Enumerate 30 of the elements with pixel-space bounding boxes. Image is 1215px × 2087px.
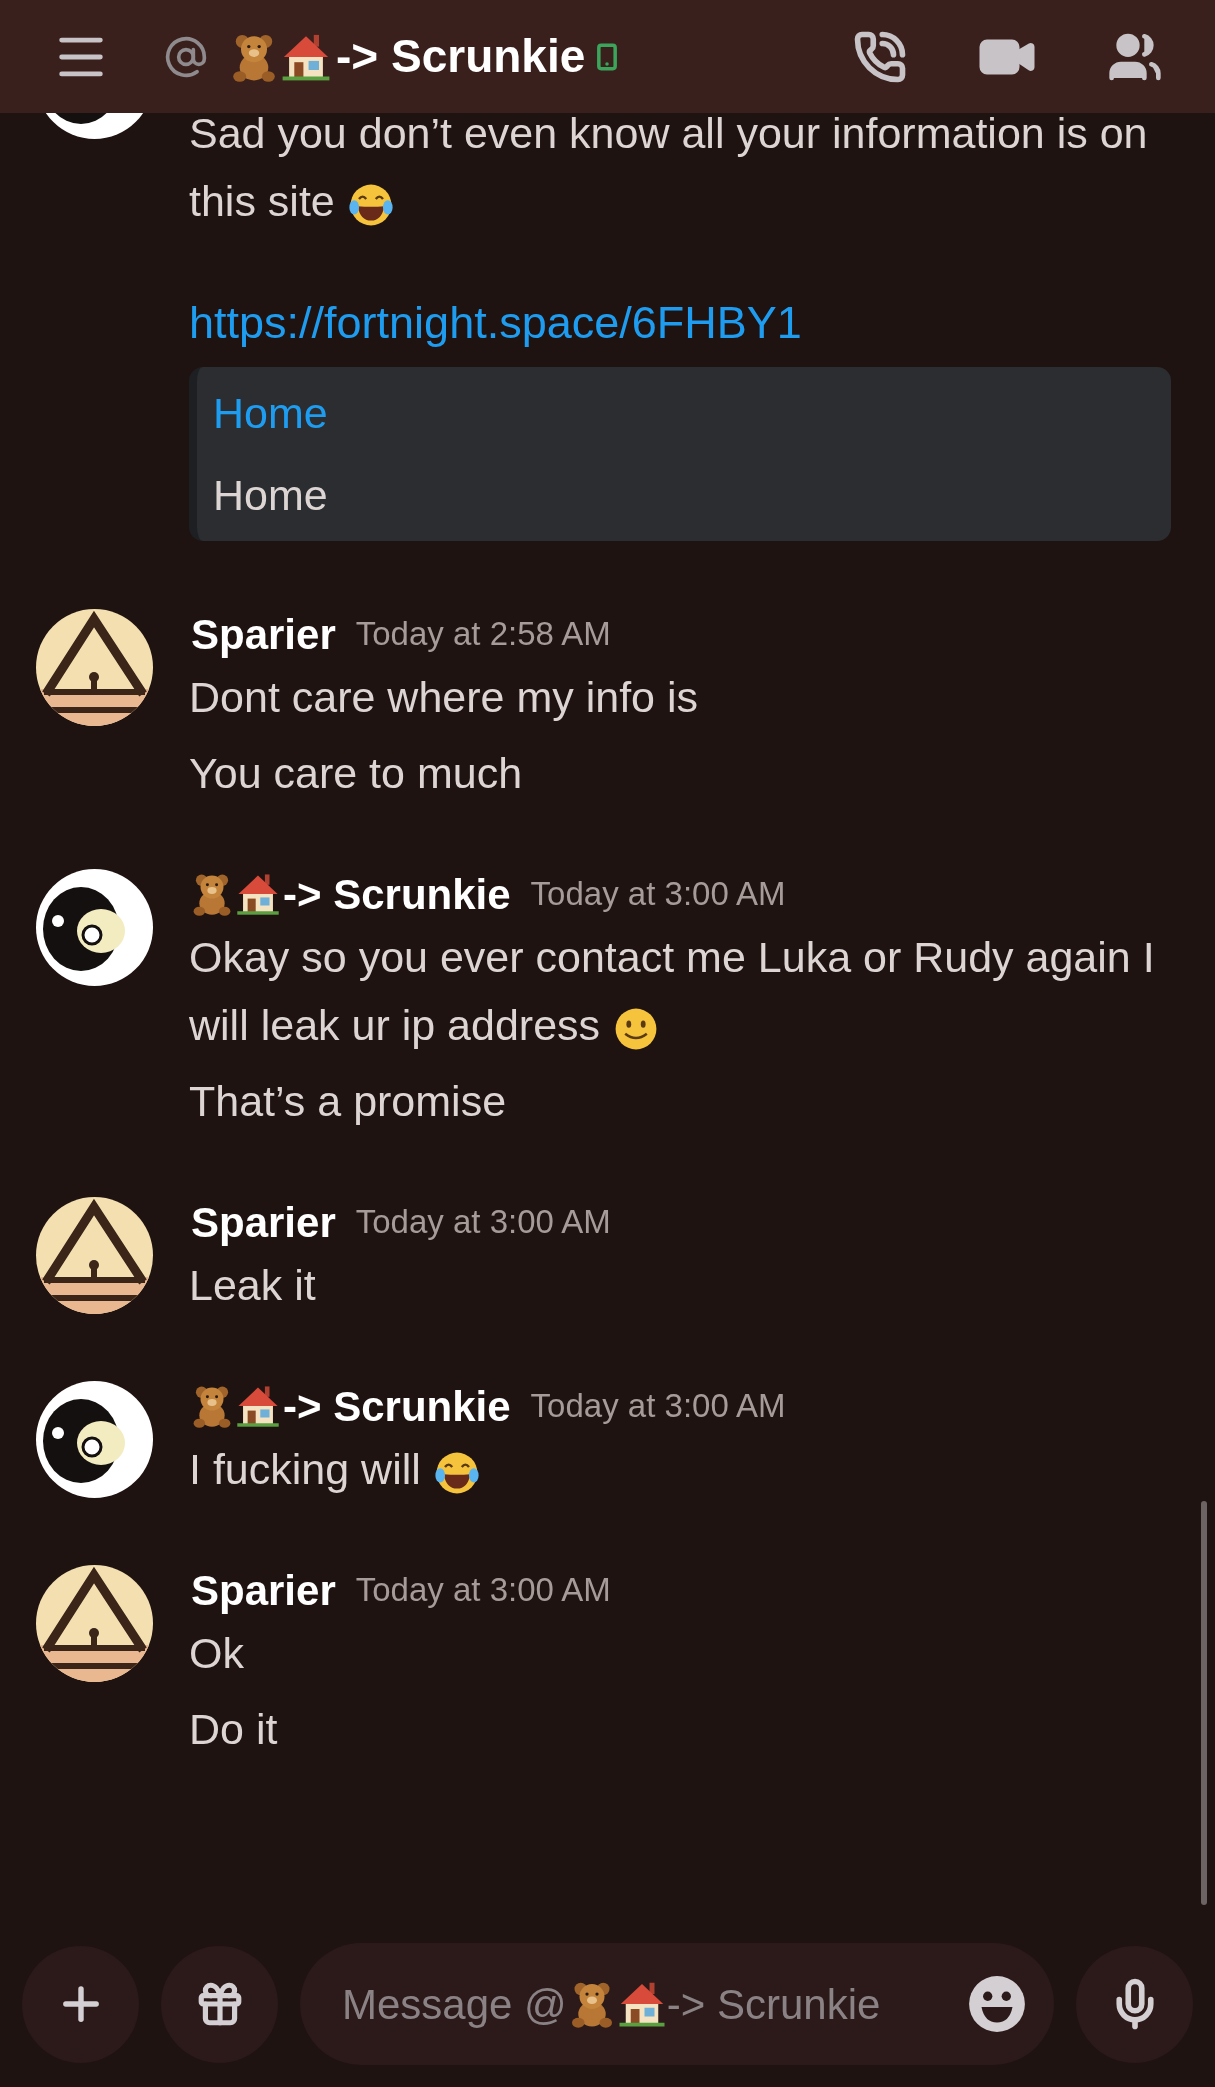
- message-text: Sad you don’t even know all your information is on this site: [189, 113, 1199, 235]
- placeholder-text: -> Scrunkie: [666, 1979, 881, 2030]
- emoji-icon[interactable]: [966, 1973, 1028, 2035]
- timestamp: Today at 3:00 AM: [355, 1570, 611, 1611]
- message-text: Leak it: [189, 1260, 317, 1311]
- author-name[interactable]: Sparier: [191, 1190, 336, 1254]
- message-text: That’s a promise: [189, 1076, 508, 1127]
- channel-title: -> Scrunkie: [336, 29, 586, 84]
- timestamp: Today at 3:00 AM: [530, 874, 786, 915]
- placeholder-text: Message @: [342, 1979, 567, 2030]
- message-text: Dont care where my info is: [189, 672, 700, 723]
- author-name[interactable]: Sparier: [191, 602, 336, 666]
- timestamp: Today at 2:58 AM: [355, 614, 611, 655]
- embed-description: Home: [213, 470, 329, 521]
- message-text: Ok: [189, 1628, 245, 1679]
- message-text: You care to much: [189, 748, 524, 799]
- call-icon[interactable]: [853, 29, 907, 84]
- embed-title[interactable]: Home: [213, 379, 1155, 447]
- message-text: I fucking will: [189, 1435, 1199, 1503]
- message-field[interactable]: Message @ -> Scrunkie: [300, 1943, 1054, 2065]
- timestamp: Today at 3:00 AM: [355, 1202, 611, 1243]
- author-name[interactable]: Sparier: [191, 1558, 336, 1622]
- message-text: Do it: [189, 1704, 279, 1755]
- author-name[interactable]: -> Scrunkie: [283, 862, 511, 926]
- message-text: Okay so you ever contact me Luka or Rudy again I will leak ur ip address: [189, 923, 1199, 1059]
- at-icon: [164, 34, 208, 79]
- author-name[interactable]: -> Scrunkie: [283, 1374, 511, 1438]
- scrollbar-thumb[interactable]: [1201, 1501, 1207, 1905]
- message-link[interactable]: https://fortnight.space/6FHBY1: [189, 293, 1199, 353]
- timestamp: Today at 3:00 AM: [530, 1386, 786, 1427]
